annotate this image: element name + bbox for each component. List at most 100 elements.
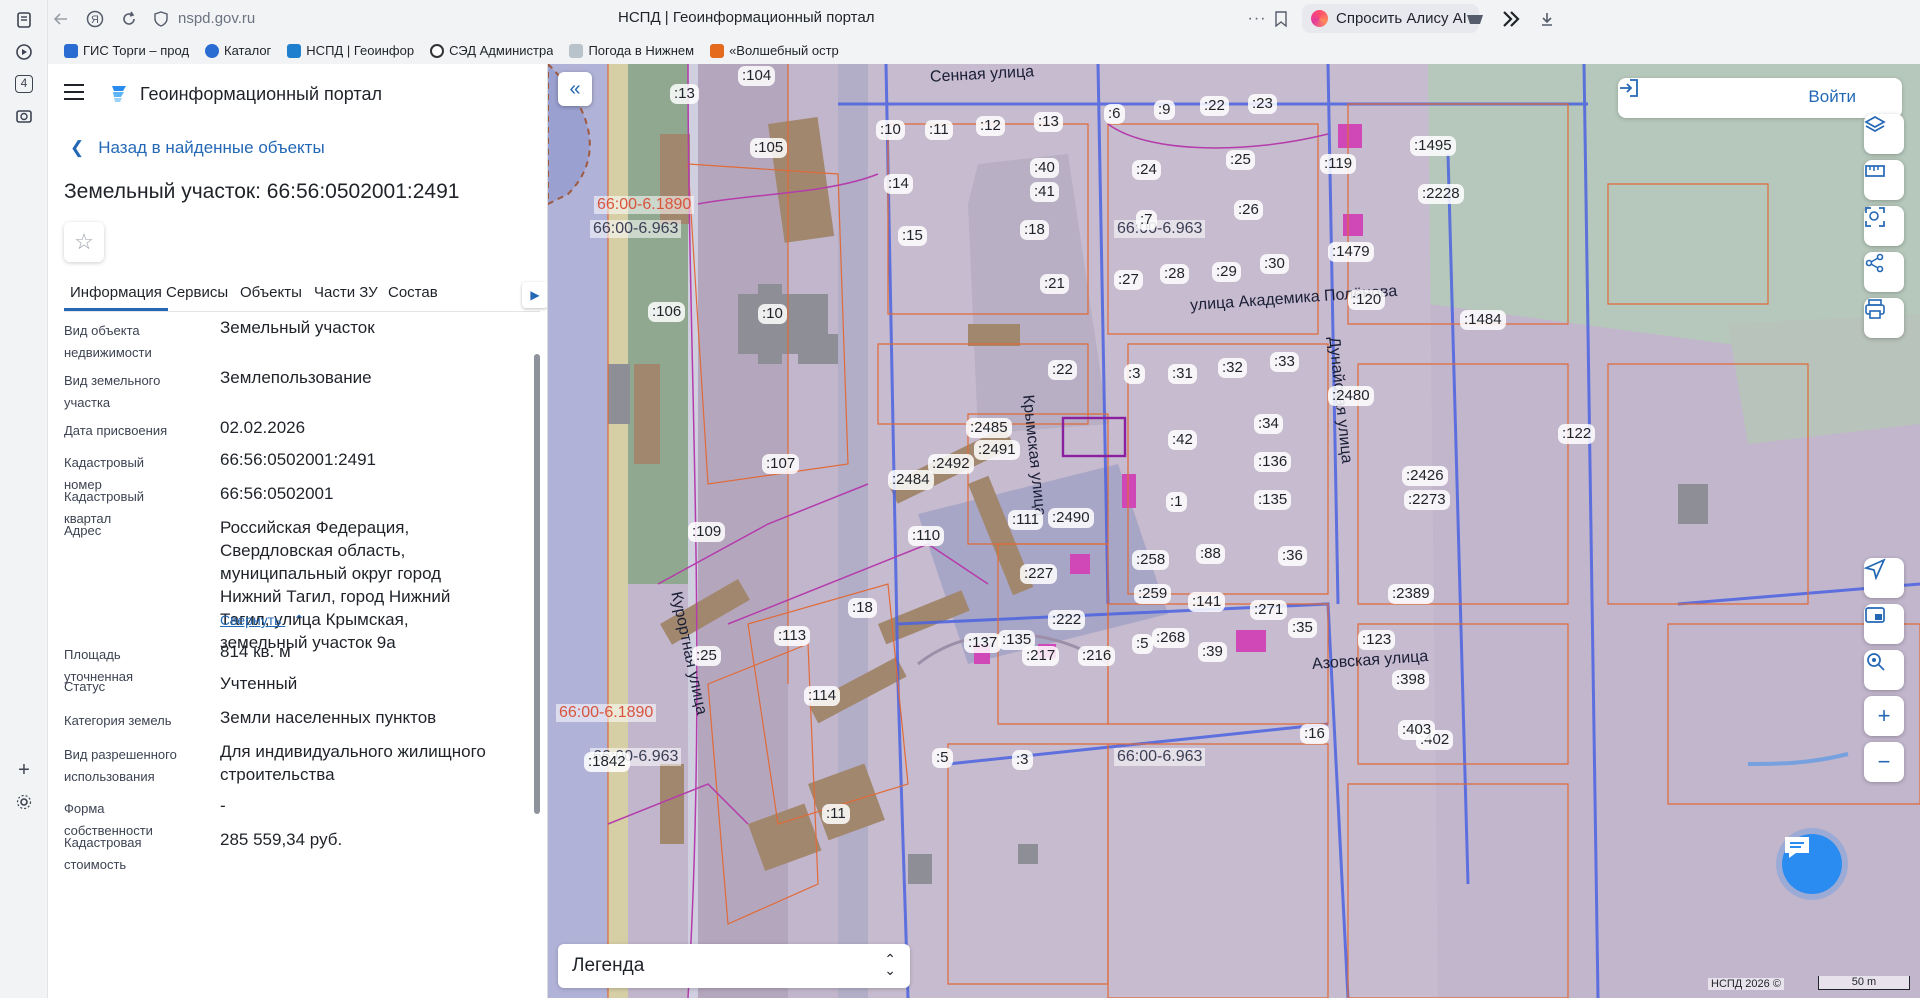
parcel-label[interactable]: :137 xyxy=(964,633,1002,653)
parcel-label[interactable]: :33 xyxy=(1270,352,1299,372)
parcel-label[interactable]: :227 xyxy=(1020,564,1058,584)
parcel-label[interactable]: :217 xyxy=(1022,646,1060,666)
parcel-label[interactable]: :109 xyxy=(688,522,726,542)
parcel-label[interactable]: :24 xyxy=(1132,160,1161,180)
zone-label[interactable]: 66:00-6.963 xyxy=(1114,220,1206,238)
parcel-label[interactable]: :26 xyxy=(1234,200,1263,220)
parcel-label[interactable]: :39 xyxy=(1198,642,1227,662)
back-to-results-link[interactable]: ❮ Назад в найденные объекты xyxy=(70,138,325,158)
parcel-label[interactable]: :21 xyxy=(1040,274,1069,294)
select-area-button[interactable] xyxy=(1864,206,1904,246)
parcel-label[interactable]: :403 xyxy=(1398,720,1436,740)
parcel-label[interactable]: :258 xyxy=(1132,550,1170,570)
parcel-label[interactable]: :16 xyxy=(1300,724,1329,744)
parcel-label[interactable]: :18 xyxy=(848,598,877,618)
parcel-label[interactable]: :136 xyxy=(1254,452,1292,472)
parcel-label[interactable]: :1495 xyxy=(1410,136,1456,156)
parcel-label[interactable]: :2485 xyxy=(966,418,1012,438)
parcel-label[interactable]: :110 xyxy=(908,526,945,546)
parcel-label[interactable]: :398 xyxy=(1392,670,1430,690)
address-bar[interactable]: nspd.gov.ru xyxy=(178,10,255,27)
parcel-label[interactable]: :5 xyxy=(1132,634,1153,654)
parcel-label[interactable]: :122 xyxy=(1558,424,1596,444)
tab-count-badge[interactable]: 4 xyxy=(12,72,36,96)
bookmark-item[interactable]: «Волшебный остр xyxy=(710,43,839,58)
parcel-label[interactable]: :105 xyxy=(750,138,788,158)
reader-icon[interactable] xyxy=(12,8,36,32)
parcel-label[interactable]: :1479 xyxy=(1328,242,1374,262)
parcel-label[interactable]: :11 xyxy=(925,120,953,140)
parcel-label[interactable]: :6 xyxy=(1104,104,1125,124)
parcel-label[interactable]: :29 xyxy=(1212,262,1241,282)
zoom-in-button[interactable]: + xyxy=(1864,696,1904,736)
parcel-label[interactable]: :32 xyxy=(1218,358,1247,378)
measure-button[interactable] xyxy=(1864,160,1904,200)
parcel-label[interactable]: :10 xyxy=(758,304,787,324)
parcel-label[interactable]: :119 xyxy=(1320,154,1357,174)
prop-value[interactable]: 66:56:0502001:2491 xyxy=(220,448,496,471)
zone-label[interactable]: 66:00-6.1890 xyxy=(556,704,657,722)
play-icon[interactable] xyxy=(12,40,36,64)
menu-icon[interactable] xyxy=(64,84,84,100)
extension-icon[interactable] xyxy=(1498,6,1524,32)
parcel-label[interactable]: :2228 xyxy=(1418,184,1464,204)
parcel-label[interactable]: :111 xyxy=(1008,510,1043,530)
zone-label[interactable]: 66:00-6.963 xyxy=(590,220,682,238)
parcel-label[interactable]: :2490 xyxy=(1048,508,1094,528)
parcel-label[interactable]: :10 xyxy=(876,120,905,140)
downloads-panel-icon[interactable] xyxy=(1462,6,1488,32)
parcel-label[interactable]: :40 xyxy=(1030,158,1059,178)
tab-parts[interactable]: Части ЗУ xyxy=(308,284,384,311)
parcel-label[interactable]: :31 xyxy=(1168,364,1197,384)
site-shield-icon[interactable] xyxy=(148,6,174,32)
collapse-address-link[interactable]: Свернуть ⌃ xyxy=(220,612,305,629)
bookmark-item[interactable]: Погода в Нижнем xyxy=(569,43,694,58)
map-canvas[interactable]: 66:00-6.1890 66:00-6.963 66:00-6.963 66:… xyxy=(548,64,1920,998)
parcel-label[interactable]: :13 xyxy=(1034,112,1063,132)
layers-button[interactable] xyxy=(1864,114,1904,154)
parcel-label[interactable]: :12 xyxy=(976,116,1005,136)
parcel-label[interactable]: :1 xyxy=(1166,492,1187,512)
parcel-label[interactable]: :22 xyxy=(1200,96,1229,116)
back-arrow-icon[interactable] xyxy=(48,6,74,32)
download-icon[interactable] xyxy=(1534,6,1560,32)
parcel-label[interactable]: :28 xyxy=(1160,264,1189,284)
parcel-label[interactable]: :3 xyxy=(1124,364,1145,384)
parcel-label[interactable]: :2273 xyxy=(1404,490,1450,510)
parcel-label[interactable]: :23 xyxy=(1248,94,1277,114)
parcel-label[interactable]: :104 xyxy=(738,66,776,86)
add-panel-icon[interactable]: + xyxy=(12,758,36,782)
parcel-label[interactable]: :123 xyxy=(1358,630,1396,650)
parcel-label[interactable]: :2480 xyxy=(1328,386,1374,406)
print-button[interactable] xyxy=(1864,298,1904,338)
parcel-label[interactable]: :1842 xyxy=(584,752,630,772)
parcel-label[interactable]: :271 xyxy=(1250,600,1288,620)
alice-button[interactable]: Спросить Алису AI xyxy=(1302,4,1479,33)
zone-label[interactable]: 66:00-6.963 xyxy=(1114,748,1206,766)
tab-composition[interactable]: Состав xyxy=(382,284,444,311)
parcel-label[interactable]: :5 xyxy=(932,748,953,768)
parcel-label[interactable]: :113 xyxy=(774,626,811,646)
tab-objects[interactable]: Объекты xyxy=(234,284,308,311)
legend-dropdown[interactable]: Легенда ⌃ ⌄ xyxy=(558,944,910,988)
bookmark-item[interactable]: Каталог xyxy=(205,43,271,58)
tab-information[interactable]: Информация xyxy=(64,284,168,311)
parcel-label[interactable]: :3 xyxy=(1012,750,1033,770)
tab-services[interactable]: Сервисы xyxy=(160,284,234,311)
login-button[interactable]: Войти xyxy=(1618,78,1902,118)
bookmark-item[interactable]: СЭД Администра xyxy=(430,43,553,58)
minimap-button[interactable] xyxy=(1864,604,1904,644)
parcel-label[interactable]: :13 xyxy=(670,84,699,104)
screenshot-icon[interactable] xyxy=(12,104,36,128)
chat-assistant-button[interactable] xyxy=(1782,834,1842,894)
parcel-label[interactable]: :22 xyxy=(1048,360,1077,380)
parcel-label[interactable]: :141 xyxy=(1188,592,1226,612)
parcel-label[interactable]: :9 xyxy=(1154,100,1175,120)
zone-label[interactable]: 66:00-6.1890 xyxy=(594,196,695,214)
reload-icon[interactable] xyxy=(116,6,142,32)
parcel-label[interactable]: :106 xyxy=(648,302,686,322)
locate-button[interactable] xyxy=(1864,558,1904,598)
parcel-label[interactable]: :2389 xyxy=(1388,584,1434,604)
parcel-label[interactable]: :216 xyxy=(1078,646,1116,666)
parcel-label[interactable]: :7 xyxy=(1136,210,1157,230)
